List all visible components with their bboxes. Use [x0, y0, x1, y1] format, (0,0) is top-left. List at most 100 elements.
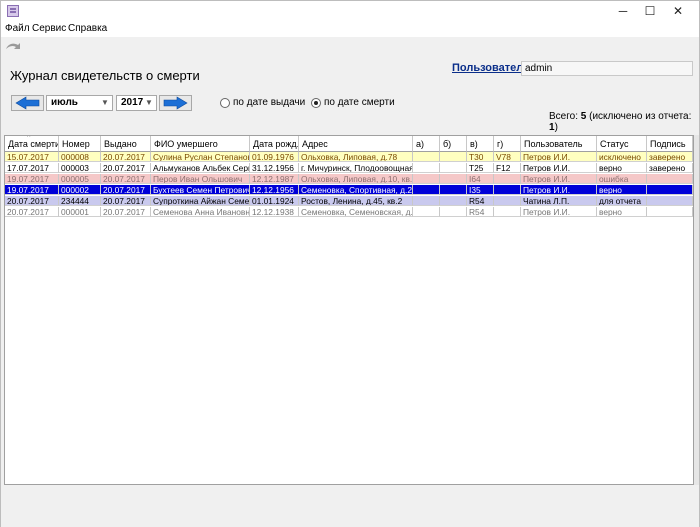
close-window-button[interactable]: ✕ — [665, 3, 691, 19]
table-cell — [413, 196, 440, 206]
col-death-date[interactable]: Дата смерти — [5, 136, 59, 152]
table-cell: 234444 — [59, 196, 101, 206]
table-cell: 19.07.2017 — [5, 174, 59, 184]
table-cell: 15.07.2017 — [5, 152, 59, 162]
back-arrow-icon[interactable] — [5, 40, 21, 52]
totals-label: Всего: 5 (исключено из отчета: 1) — [549, 111, 699, 133]
user-field[interactable]: admin — [521, 61, 693, 76]
col-number[interactable]: Номер — [59, 136, 101, 152]
table-row[interactable]: 19.07.2017 000002 20.07.2017 Бухтеев Семен … — [5, 185, 693, 195]
table-cell: Ольховка, Липовая, д.78 — [299, 152, 413, 162]
radio-by-issue-label[interactable]: по дате выдачи — [233, 97, 305, 108]
table-cell: 20.07.2017 — [101, 152, 151, 162]
table-cell: 20.07.2017 — [101, 196, 151, 206]
table-cell: Чатина Л.П. — [521, 196, 597, 206]
table-row[interactable]: 17.07.2017 000003 20.07.2017 Альмуканов Аль… — [5, 163, 693, 173]
arrow-right-icon — [163, 96, 188, 110]
table-cell: ошибка — [597, 174, 647, 184]
table-cell — [494, 207, 521, 217]
table-cell: T25 — [467, 163, 494, 173]
col-issued[interactable]: Выдано — [101, 136, 151, 152]
radio-by-issue[interactable] — [220, 98, 230, 108]
table-cell: заверено — [647, 163, 693, 173]
table-cell: 17.07.2017 — [5, 163, 59, 173]
table-cell: R54 — [467, 196, 494, 206]
table-cell — [494, 196, 521, 206]
col-birth-date[interactable]: Дата рожд. — [250, 136, 299, 152]
col-signature[interactable]: Подпись — [647, 136, 693, 152]
table-cell: 01.01.1924 — [250, 196, 299, 206]
maximize-button[interactable]: ☐ — [637, 3, 663, 19]
table-cell — [647, 196, 693, 206]
totals-middle: (исключено из отчета: — [586, 111, 692, 122]
table-cell: Ростов, Ленина, д.45, кв.2 — [299, 196, 413, 206]
vertical-scrollbar[interactable] — [694, 135, 699, 485]
table-cell: 31.12.1956 — [250, 163, 299, 173]
totals-suffix: ) — [554, 122, 558, 133]
col-user[interactable]: Пользователь — [521, 136, 597, 152]
table-cell — [440, 207, 467, 217]
table-cell: Семеновка, Спортивная, д.2 — [299, 185, 413, 195]
table-cell: Семенова Анна Ивановна — [151, 207, 250, 217]
col-c[interactable]: в) — [467, 136, 494, 152]
table-cell: Альмуканов Альбек Сергеевич — [151, 163, 250, 173]
col-a[interactable]: а) — [413, 136, 440, 152]
col-address[interactable]: Адрес — [299, 136, 413, 152]
table-cell: F12 — [494, 163, 521, 173]
menu-service[interactable]: Сервис — [32, 23, 66, 34]
menu-file[interactable]: Файл — [5, 23, 30, 34]
table-cell — [413, 152, 440, 162]
table-cell: верно — [597, 207, 647, 217]
radio-by-death[interactable] — [311, 98, 321, 108]
col-b[interactable]: б) — [440, 136, 467, 152]
table-cell: 000002 — [59, 185, 101, 195]
table-cell: верно — [597, 185, 647, 195]
app-window: ─ ☐ ✕ Файл Сервис Справка Журнал свидете… — [0, 0, 700, 527]
col-status[interactable]: Статус — [597, 136, 647, 152]
chevron-down-icon: ▼ — [101, 98, 109, 107]
minimize-button[interactable]: ─ — [610, 3, 636, 19]
table-row[interactable]: 15.07.2017 000008 20.07.2017 Сулина Руслан … — [5, 152, 693, 162]
records-grid[interactable]: Дата смерти ^ Номер Выдано ФИО умершего … — [4, 135, 694, 485]
col-d[interactable]: г) — [494, 136, 521, 152]
arrow-left-icon — [15, 96, 40, 110]
col-full-name[interactable]: ФИО умершего — [151, 136, 250, 152]
table-cell: I35 — [467, 185, 494, 195]
table-cell: Сулина Руслан Степанович — [151, 152, 250, 162]
table-cell — [494, 174, 521, 184]
prev-month-button[interactable] — [11, 95, 44, 111]
next-month-button[interactable] — [159, 95, 192, 111]
table-cell: 000001 — [59, 207, 101, 217]
year-value: 2017 — [121, 97, 144, 108]
table-cell: Петров И.И. — [521, 163, 597, 173]
table-cell: исключено — [597, 152, 647, 162]
table-cell: верно — [597, 163, 647, 173]
table-row[interactable]: 20.07.2017 000001 20.07.2017 Семенова Анна … — [5, 207, 693, 217]
table-cell: 12.12.1956 — [250, 185, 299, 195]
table-cell: Перов Иван Ольшович — [151, 174, 250, 184]
table-row[interactable]: 20.07.2017 234444 20.07.2017 Супроткина Айж… — [5, 196, 693, 206]
table-cell — [413, 174, 440, 184]
month-value: июль — [51, 97, 78, 108]
table-cell: 20.07.2017 — [5, 196, 59, 206]
table-cell: 12.12.1987 — [250, 174, 299, 184]
table-cell — [413, 185, 440, 195]
table-cell: 20.07.2017 — [101, 207, 151, 217]
table-cell: 000005 — [59, 174, 101, 184]
table-cell: 000008 — [59, 152, 101, 162]
month-select[interactable]: июль ▼ — [46, 95, 113, 111]
year-select[interactable]: 2017 ▼ — [116, 95, 157, 111]
table-row[interactable]: 19.07.2017 000005 20.07.2017 Перов Иван Оль… — [5, 174, 693, 184]
app-icon — [7, 5, 19, 17]
table-cell: Петров И.И. — [521, 207, 597, 217]
table-cell — [647, 207, 693, 217]
table-cell: 01.09.1976 — [250, 152, 299, 162]
user-label: Пользователь — [452, 62, 531, 74]
title-bar: ─ ☐ ✕ — [1, 1, 699, 21]
radio-by-death-label[interactable]: по дате смерти — [324, 97, 395, 108]
table-cell: Петров И.И. — [521, 174, 597, 184]
chevron-down-icon: ▼ — [145, 98, 153, 107]
menu-help[interactable]: Справка — [68, 23, 107, 34]
table-cell: V78 — [494, 152, 521, 162]
table-cell — [440, 174, 467, 184]
